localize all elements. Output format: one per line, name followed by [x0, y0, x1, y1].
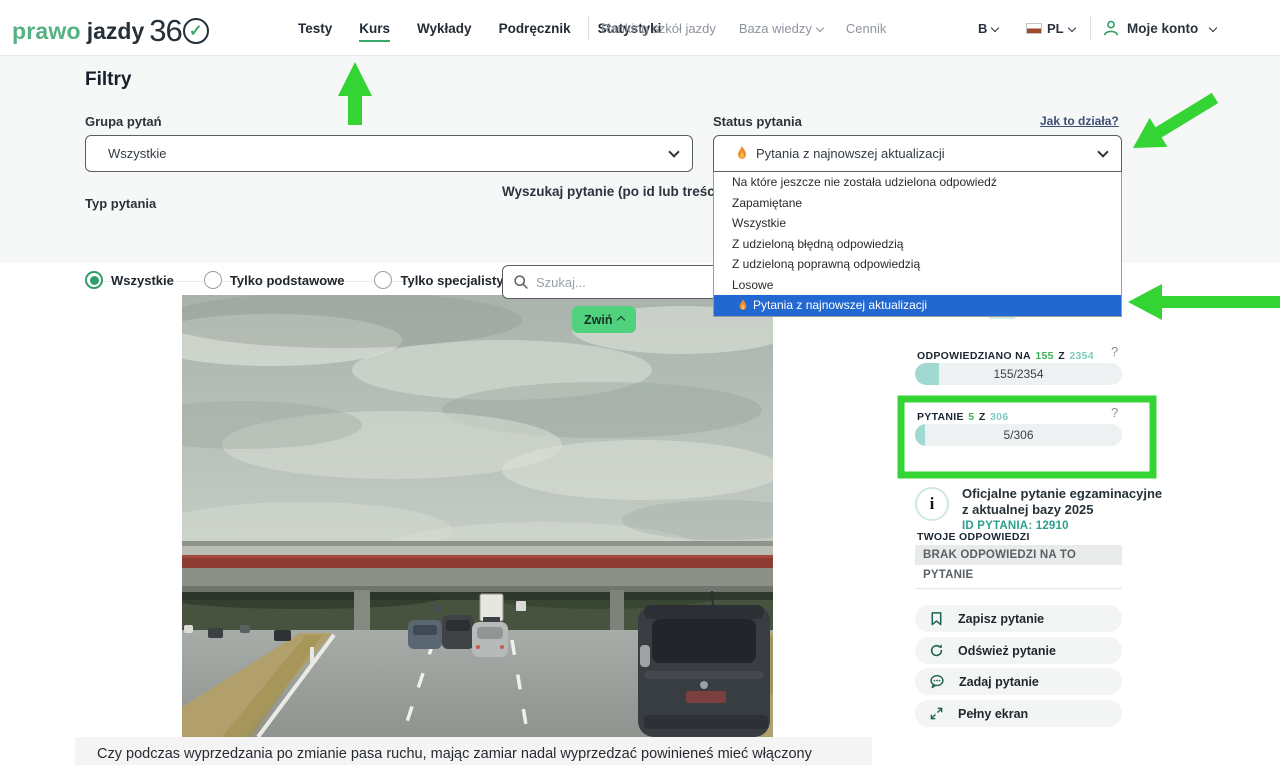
question-progress-bar: 5/306 [915, 424, 1122, 446]
radio-selected-icon [85, 271, 103, 289]
progress-fill [915, 363, 939, 385]
nav-item-podrecznik[interactable]: Podręcznik [499, 15, 571, 42]
filters-title: Filtry [85, 69, 131, 91]
highway-photo-illustration [182, 295, 773, 737]
header-divider [588, 16, 589, 40]
nav-secondary: Ranking szkół jazdy Baza wiedzy Cennik [601, 0, 886, 56]
save-question-button[interactable]: Zapisz pytanie [915, 605, 1122, 632]
ask-question-button[interactable]: Zadaj pytanie [915, 668, 1122, 695]
status-dropdown-list: Na które jeszcze nie została udzielona o… [713, 172, 1122, 317]
account-menu[interactable]: Moje konto [1102, 0, 1216, 56]
nav-item-wyklady[interactable]: Wykłady [417, 15, 472, 42]
nav-item-cennik[interactable]: Cennik [846, 21, 886, 36]
nav-item-baza-wiedzy[interactable]: Baza wiedzy [739, 21, 823, 36]
language-selector[interactable]: PL [1026, 0, 1075, 56]
question-image [182, 295, 773, 737]
nav-item-ranking[interactable]: Ranking szkół jazdy [601, 21, 716, 36]
progress-fill [915, 424, 925, 446]
user-icon [1102, 19, 1120, 37]
chevron-down-icon [1067, 24, 1075, 32]
chevron-down-icon [991, 24, 999, 32]
logo[interactable]: prawo jazdy 36 ✓ [12, 13, 209, 49]
type-label: Typ pytania [85, 196, 156, 211]
question-progress-label: PYTANIE 5 Z 306 [917, 407, 1117, 425]
question-text: Czy podczas wyprzedzania po zmianie pasa… [97, 746, 812, 762]
header: prawo jazdy 36 ✓ Testy Kurs Wykłady Podr… [0, 0, 1280, 56]
group-select[interactable]: Wszystkie [85, 135, 693, 172]
status-option-selected[interactable]: Pytania z najnowszej aktualizacji [714, 295, 1121, 316]
answered-progress-bar: 155/2354 [915, 363, 1122, 385]
search-label: Wyszukaj pytanie (po id lub treści) [502, 184, 723, 199]
nav-item-testy[interactable]: Testy [298, 15, 332, 42]
question-text-bar: Czy podczas wyprzedzania po zmianie pasa… [75, 737, 872, 765]
expand-icon [929, 706, 944, 721]
chevron-down-icon [1209, 24, 1217, 32]
help-icon[interactable]: ? [1111, 405, 1118, 420]
poland-flag-icon [1026, 23, 1042, 34]
chevron-up-icon [617, 315, 625, 323]
radio-unselected-icon [374, 271, 392, 289]
info-icon: i [915, 487, 949, 521]
group-label: Grupa pytań [85, 114, 162, 129]
radio-unselected-icon [204, 271, 222, 289]
chevron-down-icon [816, 23, 824, 31]
search-icon [513, 274, 529, 290]
collapse-filters-button[interactable]: Zwiń [572, 306, 636, 333]
status-option[interactable]: Wszystkie [714, 213, 1121, 234]
fullscreen-button[interactable]: Pełny ekran [915, 700, 1122, 727]
type-radio-group: Wszystkie Tylko podstawowe Tylko specjal… [85, 271, 532, 289]
refresh-icon [929, 643, 944, 658]
status-option[interactable]: Z udzieloną błędną odpowiedzią [714, 234, 1121, 255]
help-icon[interactable]: ? [1111, 344, 1118, 359]
logo-word-prawo: prawo [12, 18, 81, 45]
chevron-down-icon [668, 146, 679, 157]
your-answers-label: TWOJE ODPOWIEDZI [917, 531, 1030, 543]
flame-icon [738, 299, 748, 312]
flame-icon [736, 146, 748, 161]
header-divider [1090, 16, 1091, 40]
status-option[interactable]: Z udzieloną poprawną odpowiedzią [714, 254, 1121, 275]
status-option[interactable]: Na które jeszcze nie została udzielona o… [714, 172, 1121, 193]
status-option[interactable]: Zapamiętane [714, 193, 1121, 214]
official-question-note: Oficjalne pytanie egzaminacyjne z aktual… [962, 486, 1162, 518]
refresh-question-button[interactable]: Odśwież pytanie [915, 637, 1122, 664]
logo-check-icon: ✓ [183, 18, 209, 44]
page: prawo jazdy 36 ✓ Testy Kurs Wykłady Podr… [0, 0, 1280, 765]
chevron-down-icon [1097, 146, 1108, 157]
sidebar-divider [915, 588, 1122, 589]
logo-360: 36 [149, 13, 181, 49]
annotation-arrow-left-option [1128, 284, 1280, 320]
no-answer-box: BRAK ODPOWIEDZI NA TO PYTANIE [915, 545, 1122, 565]
category-selector[interactable]: B [978, 0, 998, 56]
logo-word-jazdy: jazdy [87, 18, 145, 45]
how-it-works-link[interactable]: Jak to działa? [1040, 114, 1119, 128]
status-label: Status pytania [713, 114, 802, 129]
radio-wszystkie[interactable]: Wszystkie [85, 271, 174, 289]
nav-item-kurs[interactable]: Kurs [359, 15, 390, 42]
status-select[interactable]: Pytania z najnowszej aktualizacji [713, 135, 1122, 172]
chat-icon [929, 674, 945, 689]
radio-tylko-podstawowe[interactable]: Tylko podstawowe [204, 271, 345, 289]
bookmark-icon [929, 611, 944, 626]
status-option[interactable]: Losowe [714, 275, 1121, 296]
